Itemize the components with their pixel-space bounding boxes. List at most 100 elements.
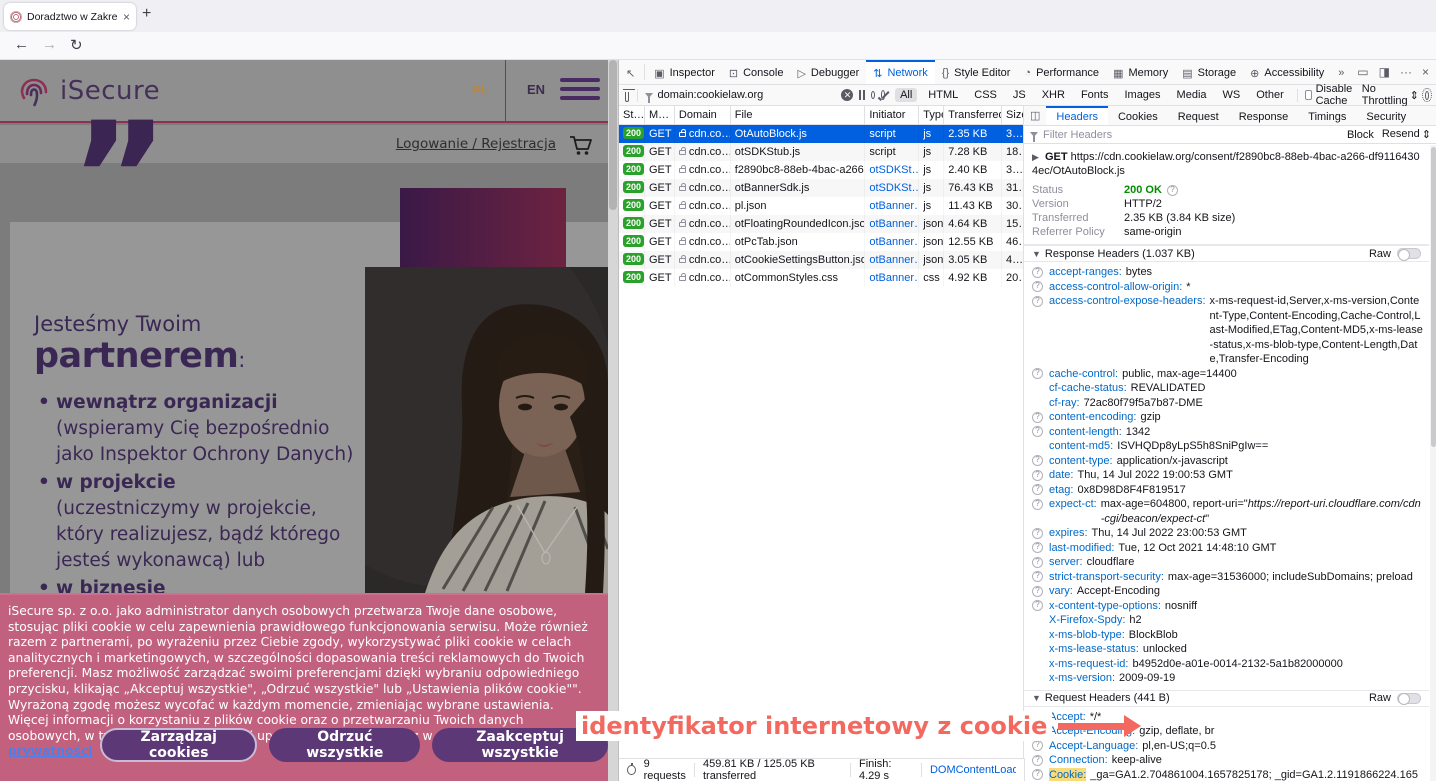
browser-tab[interactable]: Doradztwo w Zakresie Ochrony Dany × — [4, 3, 136, 30]
raw-toggle[interactable] — [1397, 693, 1421, 704]
request-headers-section[interactable]: ▼ Request Headers (441 B) Raw — [1024, 690, 1429, 707]
help-icon[interactable]: ? — [1032, 426, 1043, 437]
initiator-cell[interactable]: otBanner… — [865, 269, 919, 287]
filter-pill-html[interactable]: HTML — [923, 88, 963, 102]
tab-style-editor[interactable]: {}Style Editor — [935, 60, 1018, 84]
response-header-row[interactable]: ?accept-ranges:bytes — [1032, 265, 1423, 280]
help-icon[interactable]: ? — [1032, 600, 1043, 611]
tab-console[interactable]: ⊡Console — [722, 60, 791, 84]
response-header-row[interactable]: ?etag:0x8D98D8F4F819517 — [1032, 483, 1423, 498]
help-icon[interactable]: ? — [1032, 484, 1043, 495]
filter-pill-xhr[interactable]: XHR — [1037, 88, 1070, 102]
response-header-row[interactable]: ?expires:Thu, 14 Jul 2022 23:00:53 GMT — [1032, 526, 1423, 541]
request-row[interactable]: 200GETcdn.co…otCommonStyles.cssotBanner…… — [619, 269, 1023, 287]
pause-traffic-icon[interactable] — [859, 90, 864, 100]
raw-toggle[interactable] — [1397, 248, 1421, 259]
initiator-cell[interactable]: otBanner… — [865, 215, 919, 233]
network-filter-input[interactable] — [657, 89, 837, 101]
initiator-cell[interactable]: otBanner… — [865, 197, 919, 215]
request-row[interactable]: 200GETcdn.co…OtAutoBlock.jsscriptjs2.35 … — [619, 125, 1023, 143]
details-tab-headers[interactable]: Headers — [1046, 106, 1108, 125]
response-header-row[interactable]: ?date:Thu, 14 Jul 2022 19:00:53 GMT — [1032, 468, 1423, 483]
page-scrollbar[interactable] — [608, 60, 618, 781]
help-icon[interactable]: ? — [1032, 281, 1043, 292]
help-icon[interactable]: ? — [1032, 557, 1043, 568]
tab-accessibility[interactable]: ⊕Accessibility — [1243, 60, 1331, 84]
block-url-icon[interactable] — [881, 90, 885, 100]
reload-icon[interactable]: ↻ — [70, 36, 83, 54]
column-header-File[interactable]: File — [731, 106, 866, 124]
disable-cache-checkbox[interactable] — [1305, 90, 1312, 100]
network-settings-gear-icon[interactable] — [1425, 91, 1429, 100]
search-icon[interactable] — [871, 91, 875, 99]
clear-requests-icon[interactable] — [625, 92, 629, 102]
help-icon[interactable]: ? — [1032, 740, 1043, 751]
headers-scroll-area[interactable]: ▶ GET https://cdn.cookielaw.org/consent/… — [1024, 145, 1429, 781]
response-header-row[interactable]: ?content-type:application/x-javascript — [1032, 454, 1423, 469]
filter-pill-media[interactable]: Media — [1172, 88, 1212, 102]
devtools-menu-icon[interactable]: ··· — [1400, 65, 1412, 79]
help-icon[interactable]: ? — [1032, 499, 1043, 510]
response-header-row[interactable]: content-md5:ISVHQDp8yLpS5h8SniPgIw== — [1032, 439, 1423, 454]
filter-pill-js[interactable]: JS — [1008, 88, 1031, 102]
filter-pill-fonts[interactable]: Fonts — [1076, 88, 1114, 102]
more-tools-button[interactable]: » — [1331, 60, 1351, 84]
response-header-row[interactable]: x-ms-lease-status:unlocked — [1032, 642, 1423, 657]
response-header-row[interactable]: ?vary:Accept-Encoding — [1032, 584, 1423, 599]
response-header-row[interactable]: ?content-length:1342 — [1032, 425, 1423, 440]
help-icon[interactable]: ? — [1032, 412, 1043, 423]
response-headers-section[interactable]: ▼ Response Headers (1.037 KB) Raw — [1024, 245, 1429, 262]
response-header-row[interactable]: ?last-modified:Tue, 12 Oct 2021 14:48:10… — [1032, 541, 1423, 556]
tab-storage[interactable]: ▤Storage — [1175, 60, 1243, 84]
initiator-cell[interactable]: otSDKSt… — [865, 161, 919, 179]
tab-debugger[interactable]: ▷Debugger — [790, 60, 866, 84]
lang-pl-button[interactable]: PL — [472, 82, 489, 97]
network-filter-box[interactable]: ✕ — [645, 89, 853, 101]
network-table-header[interactable]: St…M…DomainFileInitiatorTypeTransferredS… — [619, 106, 1023, 125]
request-header-row[interactable]: ?Cookie:_ga=GA1.2.704861004.1657825178; … — [1032, 768, 1423, 781]
filter-pill-images[interactable]: Images — [1119, 88, 1165, 102]
site-menu-icon[interactable] — [560, 78, 600, 100]
disable-cache-option[interactable]: Disable Cache — [1305, 83, 1356, 107]
request-url-line[interactable]: ▶ GET https://cdn.cookielaw.org/consent/… — [1032, 151, 1421, 178]
response-header-row[interactable]: ?x-content-type-options:nosniff — [1032, 599, 1423, 614]
details-scrollbar-thumb[interactable] — [1431, 147, 1436, 447]
column-header-Size[interactable]: Size — [1002, 106, 1023, 124]
filter-pill-css[interactable]: CSS — [969, 88, 1002, 102]
request-header-row[interactable]: ?Connection:keep-alive — [1032, 753, 1423, 768]
page-scrollbar-thumb[interactable] — [609, 60, 617, 210]
filter-headers-input[interactable] — [1043, 129, 1342, 141]
help-icon[interactable]: ? — [1032, 755, 1043, 766]
back-icon[interactable]: ← — [14, 36, 29, 53]
filter-pill-ws[interactable]: WS — [1218, 88, 1246, 102]
expand-triangle-icon[interactable]: ▶ — [1032, 152, 1039, 162]
help-icon[interactable]: ? — [1032, 267, 1043, 278]
manage-cookies-button[interactable]: Zarządzaj cookies — [100, 728, 257, 762]
split-pane-toggle-icon[interactable]: ◫ — [1024, 106, 1046, 125]
details-tab-timings[interactable]: Timings — [1298, 106, 1356, 125]
response-header-row[interactable]: x-ms-request-id:b4952d0e-a01e-0014-2132-… — [1032, 657, 1423, 672]
request-row[interactable]: 200GETcdn.co…pl.jsonotBanner…js11.43 KB3… — [619, 197, 1023, 215]
details-tab-response[interactable]: Response — [1229, 106, 1299, 125]
tab-network[interactable]: ⇅Network — [866, 60, 935, 84]
help-icon[interactable]: ? — [1032, 542, 1043, 553]
details-tab-request[interactable]: Request — [1168, 106, 1229, 125]
response-header-row[interactable]: ?strict-transport-security:max-age=31536… — [1032, 570, 1423, 585]
reject-all-button[interactable]: Odrzuć wszystkie — [269, 728, 420, 762]
request-row[interactable]: 200GETcdn.co…otFloatingRoundedIcon.jsono… — [619, 215, 1023, 233]
request-row[interactable]: 200GETcdn.co…otBannerSdk.jsotSDKSt…js76.… — [619, 179, 1023, 197]
response-header-row[interactable]: ?expect-ct:max-age=604800, report-uri="h… — [1032, 497, 1423, 526]
details-scrollbar[interactable] — [1430, 145, 1436, 781]
initiator-cell[interactable]: otBanner… — [865, 251, 919, 269]
column-header-Domain[interactable]: Domain — [675, 106, 731, 124]
response-header-row[interactable]: ?cache-control:public, max-age=14400 — [1032, 367, 1423, 382]
help-icon[interactable]: ? — [1167, 185, 1178, 196]
pick-element-button[interactable]: ↖ — [619, 60, 642, 84]
throttling-select[interactable]: No Throttling ⇕ — [1362, 83, 1419, 107]
filter-pill-all[interactable]: All — [895, 88, 917, 102]
response-header-row[interactable]: ?content-encoding:gzip — [1032, 410, 1423, 425]
help-icon[interactable]: ? — [1032, 571, 1043, 582]
forward-icon[interactable]: → — [42, 36, 57, 53]
response-header-row[interactable]: ?access-control-expose-headers:x-ms-requ… — [1032, 294, 1423, 367]
dock-side-icon[interactable]: ◨ — [1379, 65, 1390, 79]
